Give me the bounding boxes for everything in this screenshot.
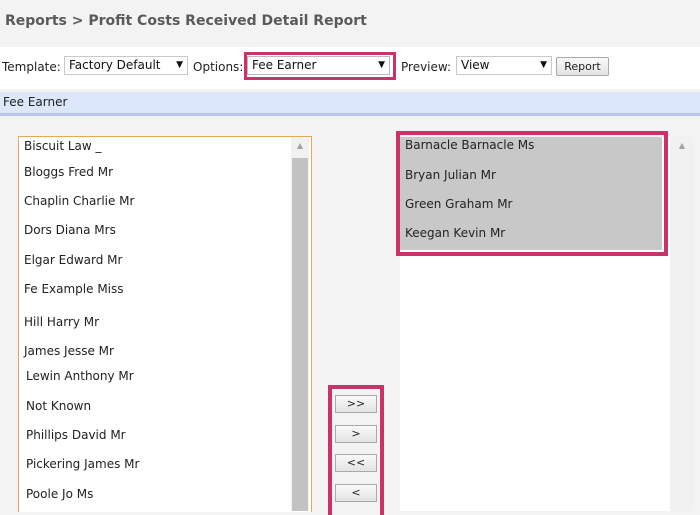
section-title: Fee Earner: [3, 95, 68, 109]
list-item[interactable]: Lewin Anthony Mr: [26, 369, 134, 383]
options-label: Options:: [193, 60, 244, 74]
scrollbar-thumb[interactable]: [292, 158, 308, 511]
list-item[interactable]: Fe Example Miss: [24, 282, 124, 296]
options-highlight-box: [244, 52, 396, 80]
preview-select-value: View: [461, 58, 490, 72]
list-item[interactable]: Bloggs Fred Mr: [24, 165, 113, 179]
scroll-up-arrow-icon[interactable]: ▲: [670, 141, 694, 150]
template-select-value: Factory Default: [69, 58, 161, 72]
report-toolbar: Template: Factory Default ▼ Options: Fee…: [0, 47, 700, 89]
section-header: Fee Earner: [0, 92, 700, 116]
preview-select[interactable]: View ▼: [456, 56, 552, 75]
template-label: Template:: [2, 60, 61, 74]
chevron-down-icon: ▼: [176, 60, 183, 70]
selected-list-highlight-box: [396, 131, 668, 256]
list-item[interactable]: James Jesse Mr: [24, 344, 114, 358]
list-item[interactable]: Pickering James Mr: [26, 457, 139, 471]
available-list-scrollbar[interactable]: ▲: [291, 137, 309, 511]
list-item[interactable]: Biscuit Law _: [24, 139, 102, 153]
template-select[interactable]: Factory Default ▼: [64, 56, 188, 75]
scroll-up-arrow-icon[interactable]: ▲: [291, 141, 309, 150]
list-item[interactable]: Chaplin Charlie Mr: [24, 194, 134, 208]
list-item[interactable]: Hill Harry Mr: [24, 315, 99, 329]
list-item[interactable]: Not Known: [26, 399, 91, 413]
chevron-down-icon: ▼: [540, 60, 547, 70]
page-title: Reports > Profit Costs Received Detail R…: [5, 13, 367, 29]
list-item[interactable]: Dors Diana Mrs: [24, 223, 116, 237]
available-fee-earners-list[interactable]: Biscuit Law _ Bloggs Fred Mr Chaplin Cha…: [18, 136, 312, 512]
selected-list-scrollbar[interactable]: ▲: [670, 137, 694, 511]
list-item[interactable]: Phillips David Mr: [26, 428, 126, 442]
report-button[interactable]: Report: [556, 57, 609, 76]
move-buttons-highlight-box: [328, 385, 384, 515]
list-item[interactable]: Poole Jo Ms: [26, 487, 93, 501]
list-item[interactable]: Elgar Edward Mr: [24, 253, 122, 267]
preview-label: Preview:: [401, 60, 452, 74]
